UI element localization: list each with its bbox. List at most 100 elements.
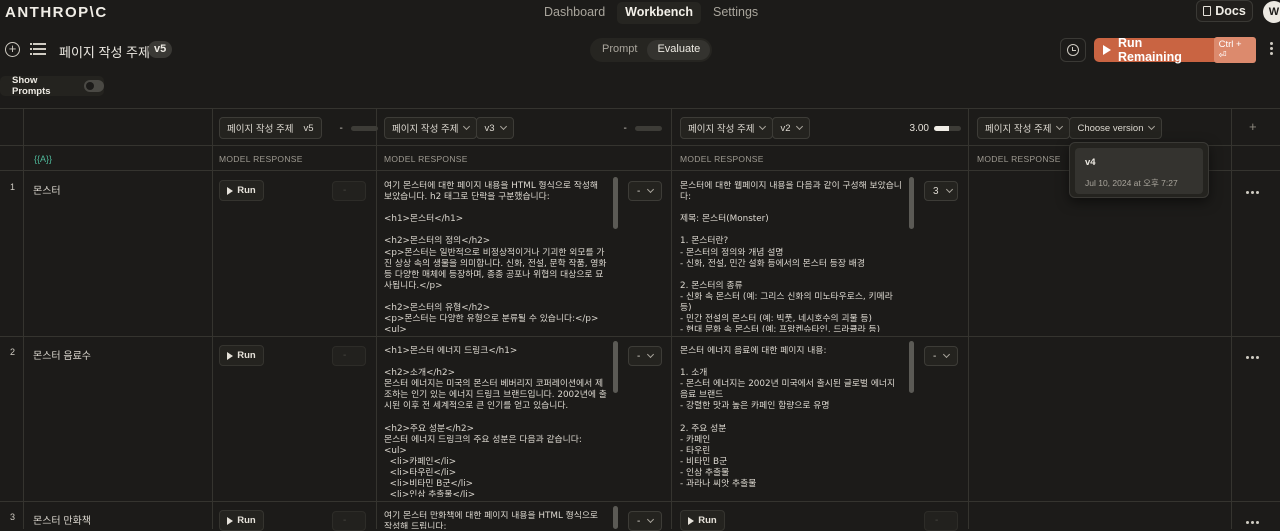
user-avatar[interactable]: W <box>1263 1 1280 23</box>
average-score: 3.00 <box>909 122 929 134</box>
evaluate-mode-tab[interactable]: Evaluate <box>647 40 711 60</box>
run-label: Run <box>237 515 256 526</box>
version-selector[interactable]: v2 <box>772 117 810 139</box>
prompt-title[interactable]: 페이지 작성 주제 <box>59 42 150 61</box>
column-header-new: 페이지 작성 주제 Choose version <box>977 117 1163 139</box>
new-prompt-icon[interactable]: + <box>5 42 20 57</box>
version-label: Choose version <box>1077 122 1144 134</box>
prompt-selector[interactable]: 페이지 작성 주제 <box>384 117 478 139</box>
version-label: v3 <box>484 122 495 134</box>
run-button[interactable]: Run <box>219 180 264 201</box>
prompt-name: 페이지 작성 주제 <box>688 124 755 135</box>
play-icon <box>227 516 234 525</box>
average-score: - <box>623 122 627 134</box>
prompt-selector[interactable]: 페이지 작성 주제 <box>680 117 774 139</box>
chevron-down-icon <box>647 185 655 194</box>
play-icon <box>227 351 234 360</box>
play-icon <box>227 186 234 195</box>
score-bar <box>933 125 961 131</box>
scrollbar[interactable] <box>909 177 914 229</box>
score-select-disabled <box>332 181 366 201</box>
prompt-selector[interactable]: 페이지 작성 주제 v5 <box>219 117 322 139</box>
row-menu-icon[interactable] <box>1246 191 1259 194</box>
play-icon <box>688 516 695 525</box>
score-value: 3 <box>933 185 939 197</box>
history-button[interactable] <box>1060 38 1086 62</box>
column-header-v2: 페이지 작성 주제 v2 3.00 <box>680 117 961 139</box>
prompt-list-icon[interactable] <box>30 43 46 55</box>
model-response-text: 몬스터 에너지 음료에 대한 페이지 내용: 1. 소개 - 몬스터 에너지는 … <box>680 346 896 490</box>
row-variable-value[interactable]: 몬스터 <box>33 182 61 197</box>
model-response-label: MODEL RESPONSE <box>680 154 764 164</box>
show-prompts-toggle[interactable]: Show Prompts <box>0 75 104 97</box>
prompt-selector[interactable]: 페이지 작성 주제 <box>977 117 1071 139</box>
top-nav: ANTHROP\C Dashboard Workbench Settings D… <box>0 0 1280 26</box>
score-value: - <box>637 515 641 527</box>
chevron-down-icon <box>647 515 655 524</box>
workbench-toolbar: + 페이지 작성 주제 v5 Prompt Evaluate Run Remai… <box>0 34 1280 66</box>
score-select[interactable]: - <box>628 181 662 201</box>
docs-label: Docs <box>1215 4 1246 18</box>
score-value: - <box>637 185 641 197</box>
model-response-label: MODEL RESPONSE <box>977 154 1061 164</box>
play-icon <box>1103 45 1111 55</box>
score-value: - <box>933 350 937 362</box>
score-bar <box>634 125 662 131</box>
shortcut-hint: Ctrl + ⏎ <box>1213 37 1256 63</box>
score-select[interactable]: - <box>628 511 662 531</box>
score-select[interactable]: - <box>924 346 958 366</box>
run-label: Run <box>237 185 256 196</box>
prompt-mode-tab[interactable]: Prompt <box>592 40 647 60</box>
scrollbar[interactable] <box>613 506 618 529</box>
run-label: Run <box>237 350 256 361</box>
chevron-down-icon <box>1148 122 1156 131</box>
toggle-switch[interactable] <box>84 80 104 92</box>
run-remaining-label: Run Remaining <box>1118 36 1182 64</box>
nav-tab-dashboard[interactable]: Dashboard <box>536 2 613 24</box>
anthropic-logo[interactable]: ANTHROP\C <box>5 4 108 21</box>
average-score: - <box>339 122 343 134</box>
version-selector[interactable]: v3 <box>476 117 514 139</box>
add-column-icon[interactable]: + <box>1249 119 1257 134</box>
row-menu-icon[interactable] <box>1246 521 1259 524</box>
model-response-text: 몬스터에 대한 웹페이지 내용을 다음과 같이 구성해 보았습니다: 제목: 몬… <box>680 181 902 332</box>
version-label: v5 <box>303 122 314 134</box>
scrollbar[interactable] <box>909 341 914 393</box>
run-remaining-button[interactable]: Run Remaining Ctrl + ⏎ <box>1094 36 1256 64</box>
version-label: v2 <box>780 122 791 134</box>
prompt-version-badge[interactable]: v5 <box>148 41 173 58</box>
docs-button[interactable]: Docs <box>1196 0 1253 22</box>
chevron-down-icon <box>795 122 803 131</box>
nav-tabs: Dashboard Workbench Settings <box>536 2 766 24</box>
row-menu-icon[interactable] <box>1246 356 1259 359</box>
chevron-down-icon <box>943 350 951 359</box>
row-variable-value[interactable]: 몬스터 음료수 <box>33 347 91 362</box>
score-value: - <box>637 350 641 362</box>
column-header-v3: 페이지 작성 주제 v3 - <box>384 117 662 139</box>
model-response-label: MODEL RESPONSE <box>384 154 468 164</box>
column-header-v5: 페이지 작성 주제 v5 - <box>219 117 378 139</box>
nav-tab-workbench[interactable]: Workbench <box>617 2 701 24</box>
version-selector[interactable]: Choose version <box>1069 117 1163 139</box>
version-option-v4[interactable]: v4 Jul 10, 2024 at 오후 7:27 <box>1075 148 1203 194</box>
prompt-name: 페이지 작성 주제 <box>985 124 1052 135</box>
variable-label: {{A}} <box>34 154 53 164</box>
version-option-label: v4 <box>1085 157 1096 168</box>
prompt-name: 페이지 작성 주제 <box>227 124 294 135</box>
chevron-down-icon <box>463 122 471 131</box>
chevron-down-icon <box>647 350 655 359</box>
document-icon <box>1203 6 1212 16</box>
chevron-down-icon <box>499 122 507 131</box>
show-prompts-label: Show Prompts <box>12 75 51 97</box>
nav-tab-settings[interactable]: Settings <box>705 2 766 24</box>
more-options-icon[interactable] <box>1270 42 1273 57</box>
score-select[interactable]: - <box>628 346 662 366</box>
row-variable-value[interactable]: 몬스터 만화책 <box>33 512 91 527</box>
score-select[interactable]: 3 <box>924 181 958 201</box>
row-number: 1 <box>10 182 16 192</box>
chevron-down-icon <box>945 185 953 194</box>
scrollbar[interactable] <box>613 177 618 229</box>
run-button[interactable]: Run <box>219 345 264 366</box>
row-number: 3 <box>10 512 16 522</box>
scrollbar[interactable] <box>613 341 618 393</box>
